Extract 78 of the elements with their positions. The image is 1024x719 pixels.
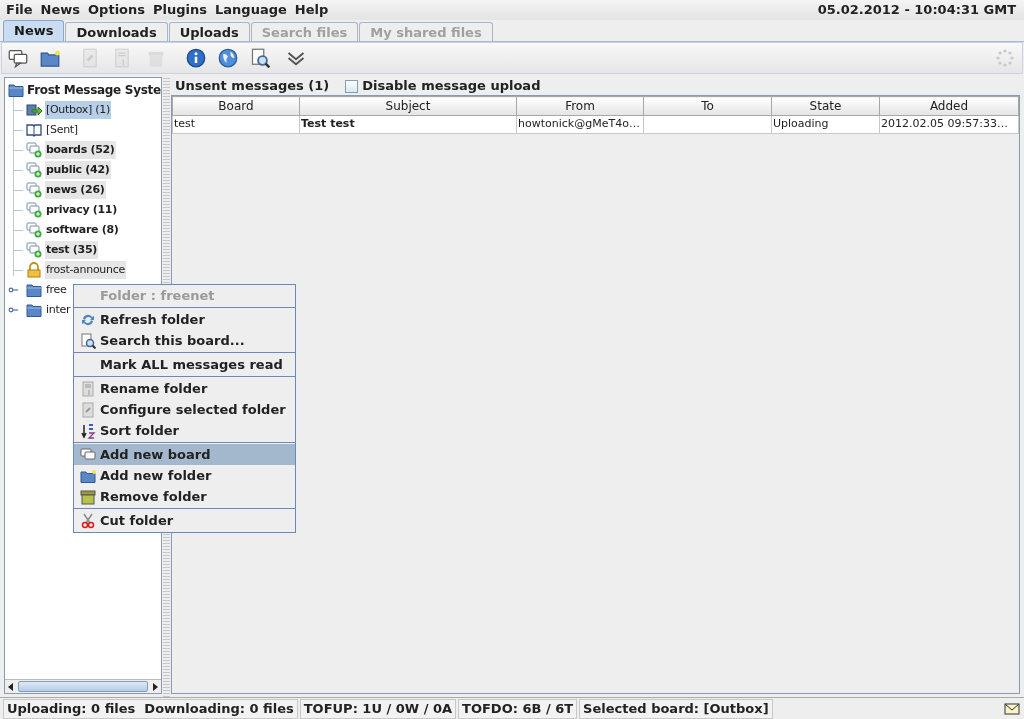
speech-bubbles-plus-icon — [26, 202, 42, 218]
tree-item[interactable]: privacy (11) — [45, 201, 118, 219]
menu-item[interactable]: Plugins — [149, 0, 211, 20]
magnifier-document-icon[interactable] — [250, 48, 270, 68]
table-cell: 2012.02.05 09:57:33… — [879, 115, 1019, 133]
menu-item[interactable]: File — [2, 0, 37, 20]
menu-item[interactable]: Sort folder — [74, 420, 295, 441]
panel-title: Unsent messages (1) — [175, 77, 330, 96]
column-header[interactable]: Subject — [299, 96, 517, 116]
speech-bubbles-plus-icon — [26, 182, 42, 198]
globe-icon[interactable] — [218, 48, 238, 68]
menu-item[interactable]: Language — [211, 0, 291, 20]
menu-item[interactable]: Add new board — [74, 444, 295, 465]
tab[interactable]: Uploads — [168, 22, 250, 41]
speech-bubbles-plus-icon — [26, 142, 42, 158]
envelope-icon — [1004, 700, 1020, 717]
tree-item[interactable]: [Outbox] (1) — [45, 101, 111, 119]
tree-item[interactable]: frost-announce — [45, 261, 126, 279]
magnifier-document-icon — [80, 332, 96, 349]
tree-item[interactable]: free — [45, 281, 68, 299]
menu-item[interactable]: Mark ALL messages read — [74, 354, 295, 375]
tab[interactable]: News — [3, 20, 65, 41]
folder-icon — [80, 467, 96, 484]
outbox-icon — [26, 102, 42, 118]
column-header[interactable]: Board — [172, 96, 300, 116]
tree-item[interactable]: test (35) — [45, 241, 99, 259]
tree-item[interactable]: public (42) — [45, 161, 111, 179]
table-cell: test — [172, 115, 300, 133]
menu-item[interactable]: Help — [290, 0, 333, 20]
menu-item[interactable]: Remove folder — [74, 486, 295, 507]
folder-icon — [8, 82, 24, 98]
column-header[interactable]: State — [771, 96, 880, 116]
padlock-icon — [26, 262, 42, 278]
tree-item[interactable]: inter — [45, 301, 72, 319]
status-text: Uploading: 0 files Downloading: 0 files — [3, 698, 298, 719]
clock-text: 05.02.2012 - 10:04:31 GMT — [816, 1, 1017, 20]
table-cell: Test test — [299, 115, 517, 133]
info-icon[interactable] — [186, 48, 206, 68]
column-header[interactable]: To — [643, 96, 772, 116]
status-text: TOFDO: 6B / 6T — [458, 698, 578, 719]
tree-item[interactable]: [Sent] — [45, 121, 79, 139]
checkbox-label: Disable message upload — [362, 77, 541, 96]
status-text: Selected board: [Outbox] — [579, 698, 773, 719]
tree-item[interactable]: boards (52) — [45, 141, 116, 159]
table-cell: howtonick@gMeT4o… — [516, 115, 644, 133]
folder-icon — [26, 302, 42, 318]
speech-bubbles-plus-icon — [26, 222, 42, 238]
column-header[interactable]: Added — [879, 96, 1019, 116]
status-text: TOFUP: 1U / 0W / 0A — [299, 698, 457, 719]
menu-item[interactable]: Search this board... — [74, 330, 295, 351]
menu-item[interactable]: Options — [84, 0, 149, 20]
tree-root-label[interactable]: Frost Message Syste — [27, 81, 161, 99]
tab[interactable]: Downloads — [65, 22, 168, 41]
open-book-icon — [26, 122, 42, 138]
speech-bubbles-plus-icon — [26, 242, 42, 258]
speech-bubbles-plus-icon — [26, 162, 42, 178]
checkbox[interactable] — [345, 79, 359, 93]
folder-icon — [26, 282, 42, 298]
tree-item[interactable]: news (26) — [45, 181, 106, 199]
document-cursor-icon — [80, 380, 96, 397]
menu-item[interactable]: News — [36, 0, 85, 20]
menu-item[interactable]: Refresh folder — [74, 309, 295, 330]
folder-icon[interactable] — [40, 48, 60, 68]
speech-bubbles-icon — [80, 446, 96, 463]
menu-item[interactable]: Rename folder — [74, 378, 295, 399]
horizontal-scrollbar[interactable] — [5, 679, 162, 693]
spinner-icon — [996, 49, 1014, 67]
sort-icon — [80, 422, 96, 439]
scissors-icon — [80, 512, 96, 529]
menu-item[interactable]: Add new folder — [74, 465, 295, 486]
speech-bubbles-icon[interactable] — [8, 48, 28, 68]
column-header[interactable]: From — [516, 96, 644, 116]
menu-header: Folder : freenet — [99, 287, 216, 305]
table-cell: Uploading — [771, 115, 880, 133]
trash-can-icon — [80, 488, 96, 505]
menu-item[interactable]: Configure selected folder — [74, 399, 295, 420]
tree-item[interactable]: software (8) — [45, 221, 120, 239]
menu-item[interactable]: Cut folder — [74, 510, 295, 531]
